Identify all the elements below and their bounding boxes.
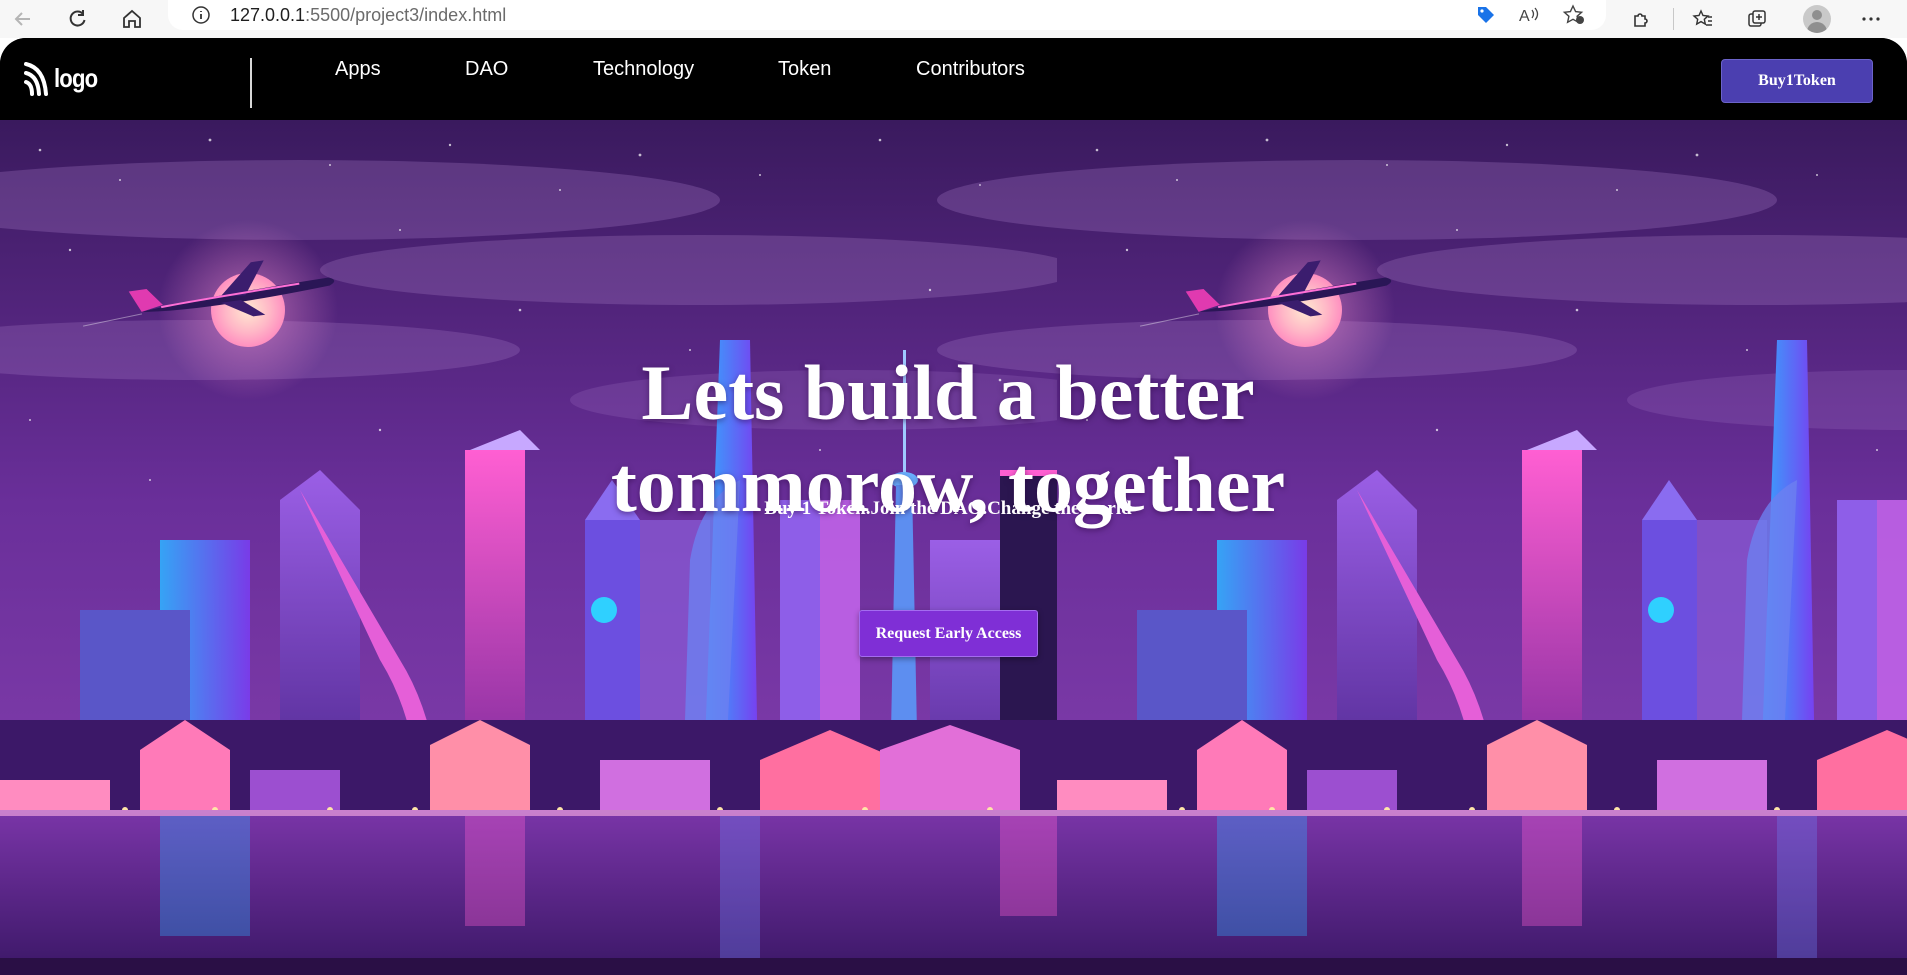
avatar-shoulders <box>1807 22 1827 33</box>
avatar-head <box>1812 10 1822 20</box>
back-arrow-icon[interactable] <box>8 4 38 34</box>
nav-link-contributors[interactable]: Contributors <box>916 58 1025 81</box>
hero-headline-line1: Lets build a better <box>641 349 1255 436</box>
web-page: logo Apps DAO Technology Token Contribut… <box>0 38 1907 975</box>
home-icon[interactable] <box>117 4 147 34</box>
nav-link-dao[interactable]: DAO <box>465 58 508 81</box>
info-icon[interactable] <box>190 4 212 31</box>
browser-toolbar: 127.0.0.1:5500/project3/index.html A <box>0 0 1907 38</box>
logo-mark-icon <box>24 62 48 96</box>
hero-subheadline: Buy 1 Token.Join the DAO.Change the worl… <box>764 498 1132 519</box>
svg-text:A: A <box>1519 8 1530 25</box>
address-bar[interactable]: 127.0.0.1:5500/project3/index.html A <box>168 0 1606 30</box>
buy-token-button[interactable]: Buy1Token <box>1721 59 1873 103</box>
nav-link-apps[interactable]: Apps <box>335 58 381 81</box>
nav-link-technology[interactable]: Technology <box>593 58 694 81</box>
url-text: 127.0.0.1:5500/project3/index.html <box>230 5 506 26</box>
site-logo[interactable]: logo <box>24 58 105 98</box>
nav-link-token[interactable]: Token <box>778 58 831 81</box>
nav-divider <box>250 58 252 108</box>
extensions-icon[interactable] <box>1627 4 1657 34</box>
favorite-add-icon[interactable] <box>1561 3 1587 27</box>
logo-text: logo <box>54 62 98 93</box>
collections-icon[interactable] <box>1742 4 1772 34</box>
more-icon[interactable] <box>1856 4 1886 34</box>
hero-background-image <box>0 120 1907 975</box>
navbar: logo Apps DAO Technology Token Contribut… <box>0 38 1907 120</box>
favorites-icon[interactable] <box>1688 4 1718 34</box>
toolbar-separator <box>1673 8 1674 30</box>
reload-icon[interactable] <box>62 4 92 34</box>
read-aloud-icon[interactable]: A <box>1517 3 1543 27</box>
url-path: :5500/project3/index.html <box>305 5 507 25</box>
hero-section: Lets build a better tommorow, together B… <box>0 120 1907 975</box>
tag-icon[interactable] <box>1473 3 1499 27</box>
url-host: 127.0.0.1 <box>230 5 306 25</box>
profile-avatar-icon[interactable] <box>1803 5 1831 33</box>
request-early-access-button[interactable]: Request Early Access <box>859 610 1038 657</box>
